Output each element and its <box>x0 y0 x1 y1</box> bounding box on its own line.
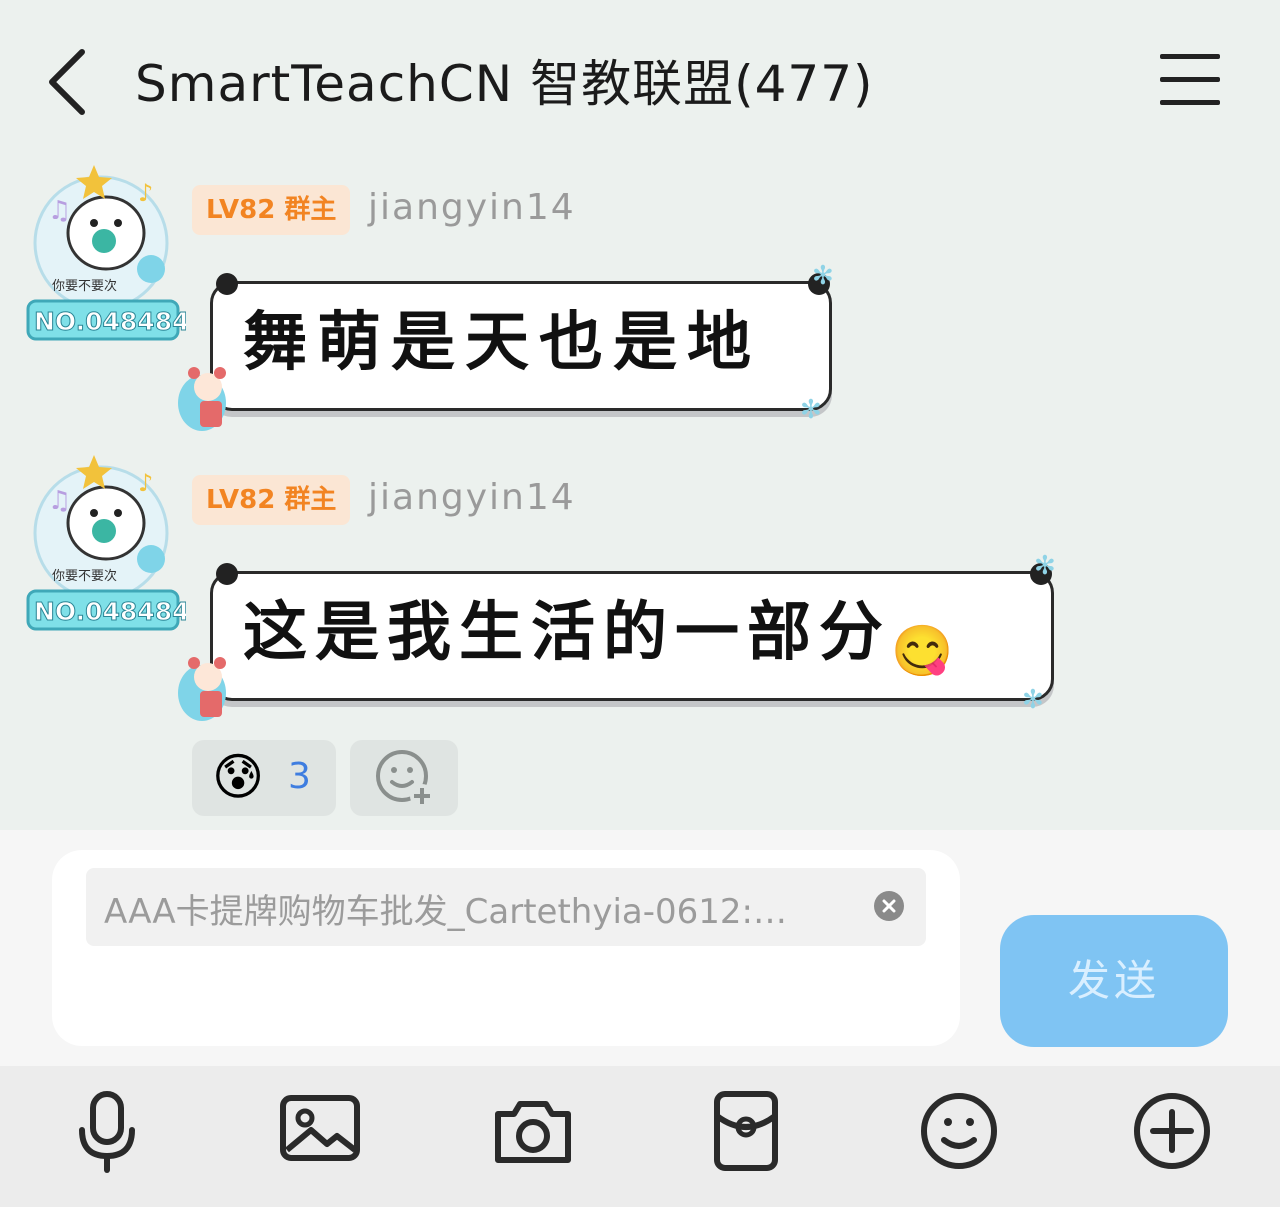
message-bubble[interactable]: 这是我生活的一部分😋 <box>210 571 1054 701</box>
svg-text:♫: ♫ <box>48 196 71 226</box>
hamburger-menu-icon <box>1160 54 1220 105</box>
voice-button[interactable] <box>62 1086 152 1176</box>
quoted-reply: AAA卡提牌购物车批发_Cartethyia-0612:… <box>86 868 926 946</box>
microphone-icon <box>79 1091 135 1173</box>
reaction-count: 3 <box>288 756 311 797</box>
svg-text:♪: ♪ <box>138 179 153 207</box>
snowflake-icon: ✻ <box>1034 551 1056 581</box>
anime-girl-decoration <box>178 367 226 431</box>
chat-title: SmartTeachCN 智教联盟(477) <box>135 55 874 113</box>
close-icon <box>882 899 896 913</box>
quoted-reply-text: AAA卡提牌购物车批发_Cartethyia-0612:… <box>104 892 788 932</box>
avatar-caption: 你要不要次 <box>52 278 117 294</box>
avatar-caption: 你要不要次 <box>52 568 117 584</box>
avatar[interactable]: ♪ ♫ 你要不要次 NO.048484 <box>26 163 190 343</box>
camera-icon <box>495 1101 571 1163</box>
more-button[interactable] <box>1127 1086 1217 1176</box>
bubble-decoration <box>216 273 238 295</box>
input-toolbar <box>0 1066 1280 1207</box>
image-icon <box>280 1095 360 1161</box>
red-packet-button[interactable] <box>701 1086 791 1176</box>
sender-name[interactable]: jiangyin14 <box>368 187 576 228</box>
svg-text:♪: ♪ <box>138 469 153 497</box>
image-button[interactable] <box>275 1086 365 1176</box>
snowflake-icon: ✻ <box>812 261 834 291</box>
plus-icon <box>1134 1093 1210 1169</box>
clear-quote-button[interactable] <box>874 891 904 921</box>
snowflake-icon: ✻ <box>1022 685 1044 715</box>
camera-button[interactable] <box>488 1086 578 1176</box>
avatar-number: NO.048484 <box>34 307 186 336</box>
sender-name[interactable]: jiangyin14 <box>368 477 576 518</box>
back-button[interactable] <box>40 42 100 122</box>
red-packet-icon <box>714 1091 778 1171</box>
message-text: 这是我生活的一部分 <box>243 595 891 670</box>
message-text: 舞萌是天也是地 <box>243 305 761 380</box>
anxious-sweat-emoji: 😰 <box>212 748 265 806</box>
send-button[interactable]: 发送 <box>1000 915 1228 1047</box>
message-bubble[interactable]: 舞萌是天也是地 <box>210 281 832 411</box>
svg-text:♫: ♫ <box>48 486 71 516</box>
add-reaction-button[interactable] <box>350 740 458 816</box>
level-badge: LV82 群主 <box>192 475 351 525</box>
message-input[interactable]: AAA卡提牌购物车批发_Cartethyia-0612:… <box>52 850 960 1046</box>
anime-girl-decoration <box>178 657 226 721</box>
avatar[interactable]: ♪ ♫ 你要不要次 NO.048484 <box>26 453 190 633</box>
menu-button[interactable] <box>1158 52 1222 108</box>
level-badge: LV82 群主 <box>192 185 351 235</box>
reaction-chip[interactable]: 😰 3 <box>192 740 336 816</box>
composer: AAA卡提牌购物车批发_Cartethyia-0612:… 发送 <box>0 830 1280 1066</box>
chevron-left-icon <box>49 49 85 115</box>
avatar-number: NO.048484 <box>34 597 186 626</box>
emoji-button[interactable] <box>914 1086 1004 1176</box>
snowflake-icon: ✻ <box>800 395 822 425</box>
emoji-icon <box>921 1093 997 1169</box>
chat-header: SmartTeachCN 智教联盟(477) <box>0 0 1280 160</box>
bubble-decoration <box>216 563 238 585</box>
tongue-out-emoji: 😋 <box>891 621 954 680</box>
add-reaction-icon <box>376 750 434 808</box>
